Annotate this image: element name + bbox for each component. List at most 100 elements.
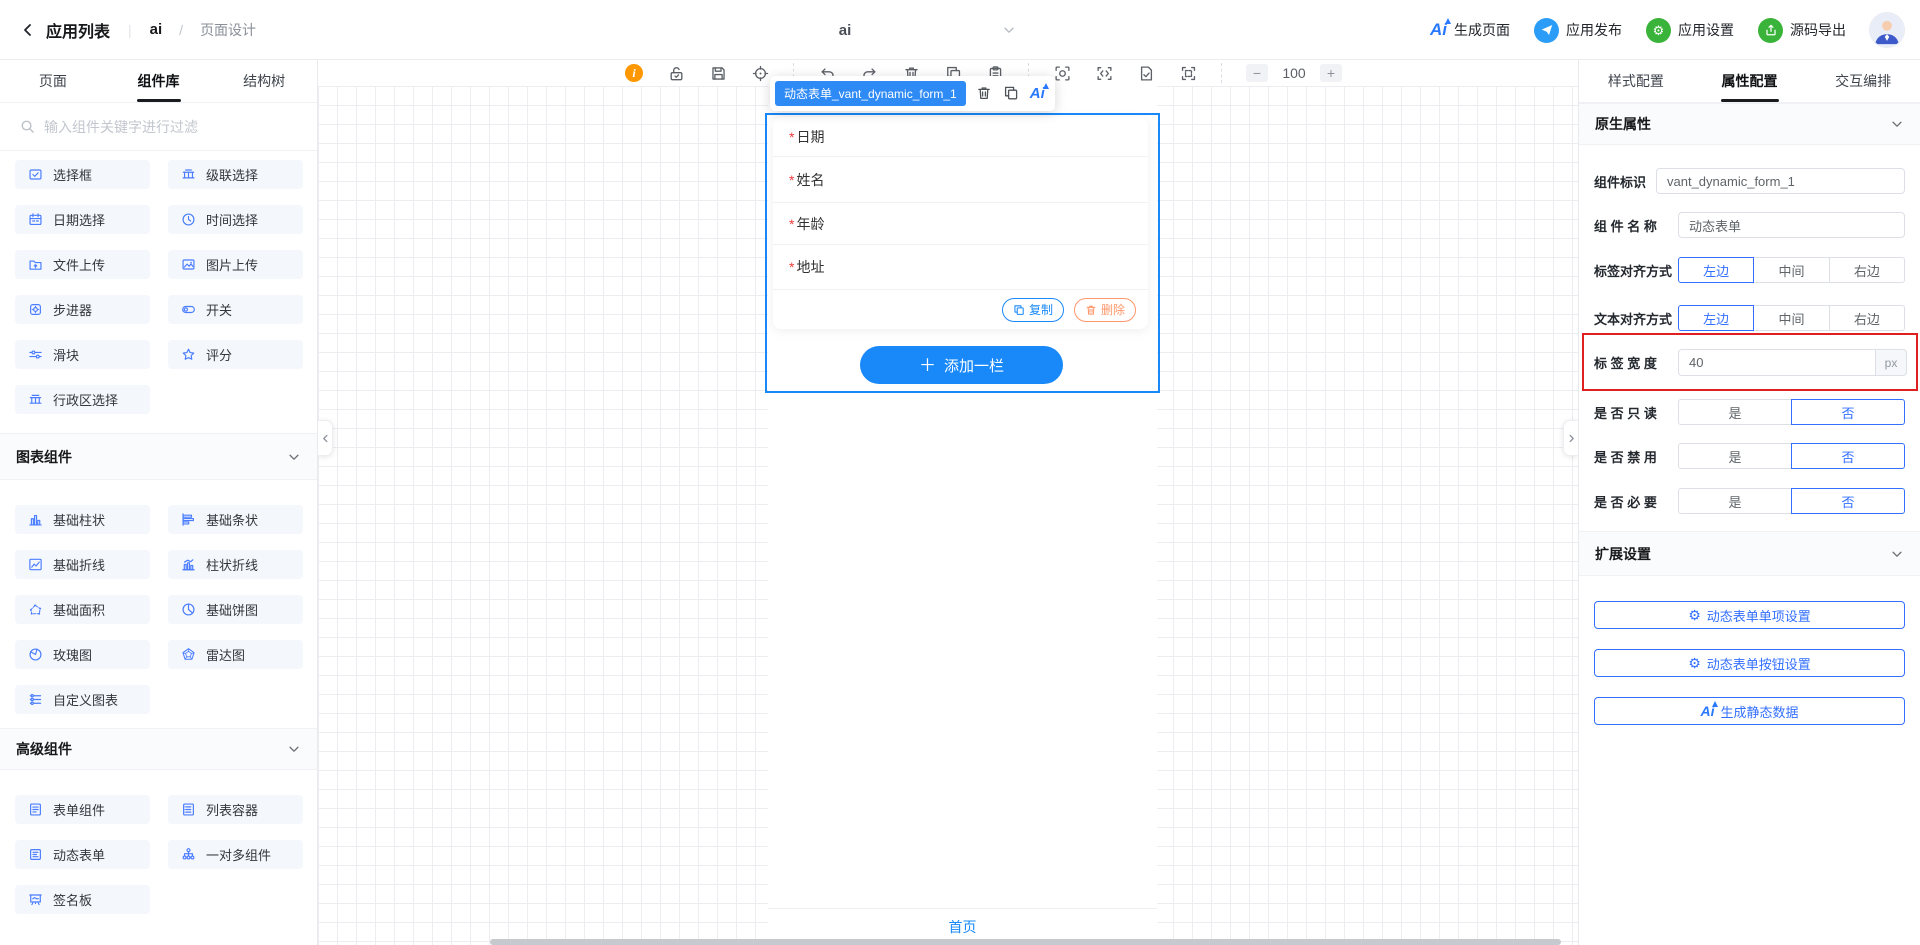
target-icon[interactable] <box>751 64 769 82</box>
ai-component-icon[interactable]: Ai <box>1030 83 1049 102</box>
user-avatar[interactable] <box>1870 13 1904 47</box>
delete-row-button[interactable]: 删除 <box>1073 297 1136 322</box>
option-是[interactable]: 是 <box>1678 443 1792 469</box>
tab-样式配置[interactable]: 样式配置 <box>1579 60 1693 102</box>
text-align-row: 文本对齐方式 左边 中间 右边 <box>1594 305 1905 331</box>
trash-icon <box>1086 305 1096 315</box>
option-是[interactable]: 是 <box>1678 399 1792 425</box>
code-icon[interactable] <box>1095 64 1113 82</box>
clock-icon <box>181 212 196 227</box>
component-item-滑块[interactable]: 滑块 <box>15 340 150 369</box>
form-fields: * 日期 * 姓名 * 年龄 * 地址 <box>773 117 1148 290</box>
scan-icon[interactable] <box>1053 64 1071 82</box>
delete-component-icon[interactable] <box>976 85 993 102</box>
option-是[interactable]: 是 <box>1678 488 1792 514</box>
horizontal-scrollbar[interactable] <box>490 939 1561 945</box>
form-field-日期[interactable]: * 日期 <box>773 117 1148 157</box>
component-item-雷达图[interactable]: 雷达图 <box>168 640 303 669</box>
tab-交互编排[interactable]: 交互编排 <box>1806 60 1920 102</box>
component-item-表单组件[interactable]: 表单组件 <box>15 795 150 824</box>
component-item-基础条状[interactable]: 基础条状 <box>168 505 303 534</box>
home-tab[interactable]: 首页 <box>949 917 977 937</box>
chevron-down-icon <box>1890 547 1904 561</box>
copy-component-icon[interactable] <box>1003 85 1020 102</box>
breadcrumb-app[interactable]: ai <box>150 21 163 38</box>
component-item-基础折线[interactable]: 基础折线 <box>15 550 150 579</box>
back-to-app-list[interactable]: 应用列表 <box>46 18 110 42</box>
component-item-基础柱状[interactable]: 基础柱状 <box>15 505 150 534</box>
dynamic-form-card[interactable]: * 日期 * 姓名 * 年龄 * 地址 复制 删除 <box>773 117 1148 329</box>
copy-row-button[interactable]: 复制 <box>1001 297 1064 322</box>
component-item-时间选择[interactable]: 时间选择 <box>168 205 303 234</box>
back-icon[interactable] <box>20 22 36 38</box>
component-item-步进器[interactable]: 步进器 <box>15 295 150 324</box>
section-header-图表组件[interactable]: 图表组件 <box>0 433 317 480</box>
form-field-姓名[interactable]: * 姓名 <box>773 157 1148 203</box>
component-item-列表容器[interactable]: 列表容器 <box>168 795 303 824</box>
option-否[interactable]: 否 <box>1791 488 1905 514</box>
collapse-left-panel-handle[interactable] <box>318 420 333 456</box>
zoom-in-button[interactable]: + <box>1320 64 1342 82</box>
required-segment: 是否 <box>1678 488 1905 514</box>
required-asterisk: * <box>789 128 795 145</box>
add-row-button[interactable]: ＋ 添加一栏 <box>860 346 1063 384</box>
tab-结构树[interactable]: 结构树 <box>211 60 317 102</box>
label-width-input[interactable] <box>1678 349 1875 376</box>
unlock-icon[interactable] <box>667 64 685 82</box>
option-左边[interactable]: 左边 <box>1678 305 1755 331</box>
component-item-日期选择[interactable]: 日期选择 <box>15 205 150 234</box>
doc-check-icon[interactable] <box>1137 64 1155 82</box>
option-否[interactable]: 否 <box>1791 399 1905 425</box>
info-icon[interactable]: i <box>625 64 643 82</box>
action-生成页面[interactable]: Ai 生成页面 <box>1430 18 1510 40</box>
component-item-开关[interactable]: 开关 <box>168 295 303 324</box>
option-左边[interactable]: 左边 <box>1678 257 1755 283</box>
native-properties-section[interactable]: 原生属性 <box>1579 103 1920 145</box>
component-item-文件上传[interactable]: 文件上传 <box>15 250 150 279</box>
component-item-图片上传[interactable]: 图片上传 <box>168 250 303 279</box>
tab-属性配置[interactable]: 属性配置 <box>1693 60 1807 102</box>
page-select-dropdown[interactable]: ai <box>660 12 1030 48</box>
extend-button-生成静态数据[interactable]: Ai 生成静态数据 <box>1594 697 1905 725</box>
extend-button-动态表单单项设置[interactable]: ⚙ 动态表单单项设置 <box>1594 601 1905 629</box>
component-item-自定义图表[interactable]: 自定义图表 <box>15 685 150 714</box>
design-canvas[interactable]: i −100 + 首页 * 日期 * 姓名 * 年龄 * 地址 复制 删除 ＋ … <box>318 60 1578 945</box>
collapse-right-panel-handle[interactable] <box>1563 420 1578 456</box>
component-item-评分[interactable]: 评分 <box>168 340 303 369</box>
component-item-基础饼图[interactable]: 基础饼图 <box>168 595 303 624</box>
form-field-地址[interactable]: * 地址 <box>773 245 1148 290</box>
frame-icon[interactable] <box>1179 64 1197 82</box>
top-bar: 应用列表 | ai / 页面设计 ai Ai 生成页面 应用发布 ⚙ 应用设置 源码导出 <box>0 0 1920 60</box>
component-item-行政区选择[interactable]: 行政区选择 <box>15 385 150 414</box>
extend-settings-section[interactable]: 扩展设置 <box>1579 531 1920 576</box>
component-id-input[interactable] <box>1656 168 1905 194</box>
option-中间[interactable]: 中间 <box>1753 305 1830 331</box>
action-源码导出[interactable]: 源码导出 <box>1758 17 1846 43</box>
component-item-选择框[interactable]: 选择框 <box>15 160 150 189</box>
component-item-级联选择[interactable]: 级联选择 <box>168 160 303 189</box>
tab-页面[interactable]: 页面 <box>0 60 106 102</box>
option-中间[interactable]: 中间 <box>1753 257 1830 283</box>
extend-button-动态表单按钮设置[interactable]: ⚙ 动态表单按钮设置 <box>1594 649 1905 677</box>
component-item-玫瑰图[interactable]: 玫瑰图 <box>15 640 150 669</box>
component-item-基础面积[interactable]: 基础面积 <box>15 595 150 624</box>
action-应用发布[interactable]: 应用发布 <box>1534 17 1622 43</box>
option-右边[interactable]: 右边 <box>1828 305 1905 331</box>
extend-button-label: 动态表单按钮设置 <box>1706 656 1811 672</box>
component-item-一对多组件[interactable]: 一对多组件 <box>168 840 303 869</box>
component-item-label: 基础柱状 <box>53 513 106 528</box>
action-应用设置[interactable]: ⚙ 应用设置 <box>1646 17 1734 43</box>
component-item-label: 签名板 <box>53 893 93 908</box>
tab-组件库[interactable]: 组件库 <box>106 60 212 102</box>
component-item-动态表单[interactable]: 动态表单 <box>15 840 150 869</box>
option-右边[interactable]: 右边 <box>1828 257 1905 283</box>
option-否[interactable]: 否 <box>1791 443 1905 469</box>
zoom-out-button[interactable]: − <box>1246 64 1268 82</box>
form-field-年龄[interactable]: * 年龄 <box>773 203 1148 245</box>
component-item-柱状折线[interactable]: 柱状折线 <box>168 550 303 579</box>
component-name-input[interactable] <box>1678 212 1905 238</box>
section-header-高级组件[interactable]: 高级组件 <box>0 728 317 770</box>
component-item-签名板[interactable]: 签名板 <box>15 885 150 914</box>
search-input[interactable] <box>44 118 297 135</box>
save-icon[interactable] <box>709 64 727 82</box>
